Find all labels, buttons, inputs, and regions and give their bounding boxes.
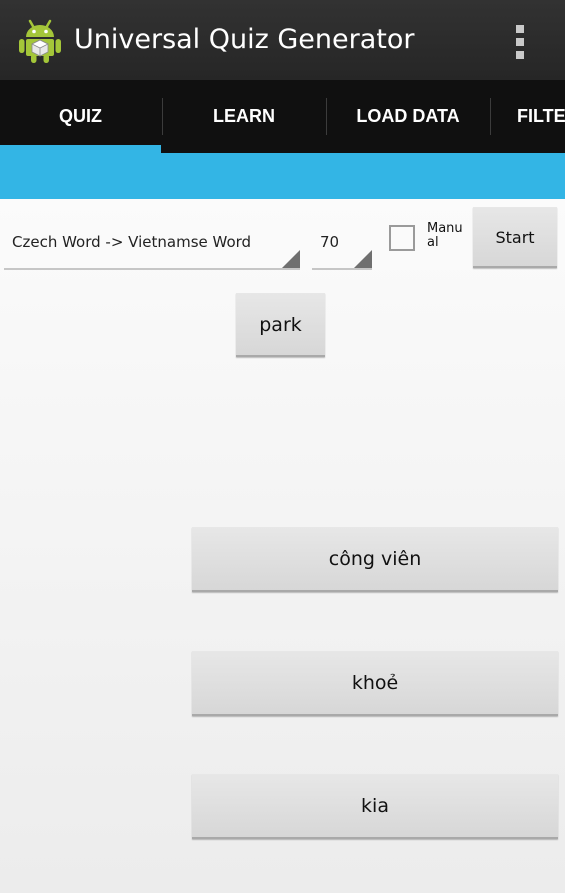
- tab-bar: QUIZ LEARN LOAD DATA FILTE: [0, 80, 565, 153]
- overflow-menu-icon: [516, 38, 524, 46]
- question-count-spinner[interactable]: 70: [312, 204, 372, 270]
- spinner-arrow-icon: [354, 250, 372, 268]
- manual-label: Manual: [427, 221, 463, 250]
- tab-learn[interactable]: LEARN: [163, 80, 325, 153]
- tab-filter[interactable]: FILTE: [491, 80, 565, 153]
- tab-quiz[interactable]: QUIZ: [0, 80, 161, 153]
- app-title: Universal Quiz Generator: [74, 24, 415, 55]
- question-count-value: 70: [320, 233, 340, 251]
- tab-selected-indicator: [0, 145, 161, 153]
- quiz-mode-spinner[interactable]: Czech Word -> Vietnamse Word: [4, 204, 300, 270]
- answer-button-3[interactable]: kia: [192, 774, 558, 839]
- manual-checkbox[interactable]: [389, 225, 415, 251]
- accent-band: [0, 153, 565, 199]
- android-robot-icon[interactable]: [16, 16, 64, 64]
- answer-button-2[interactable]: khoẻ: [192, 651, 558, 716]
- start-button[interactable]: Start: [473, 207, 557, 268]
- overflow-menu-button[interactable]: [503, 18, 537, 64]
- question-word-button[interactable]: park: [236, 293, 325, 357]
- action-bar: Universal Quiz Generator: [0, 0, 565, 80]
- answer-button-1[interactable]: công viên: [192, 527, 558, 592]
- tab-load-data[interactable]: LOAD DATA: [327, 80, 489, 153]
- quiz-mode-value: Czech Word -> Vietnamse Word: [12, 233, 252, 251]
- overflow-menu-icon: [516, 25, 524, 33]
- overflow-menu-icon: [516, 51, 524, 59]
- spinner-arrow-icon: [282, 250, 300, 268]
